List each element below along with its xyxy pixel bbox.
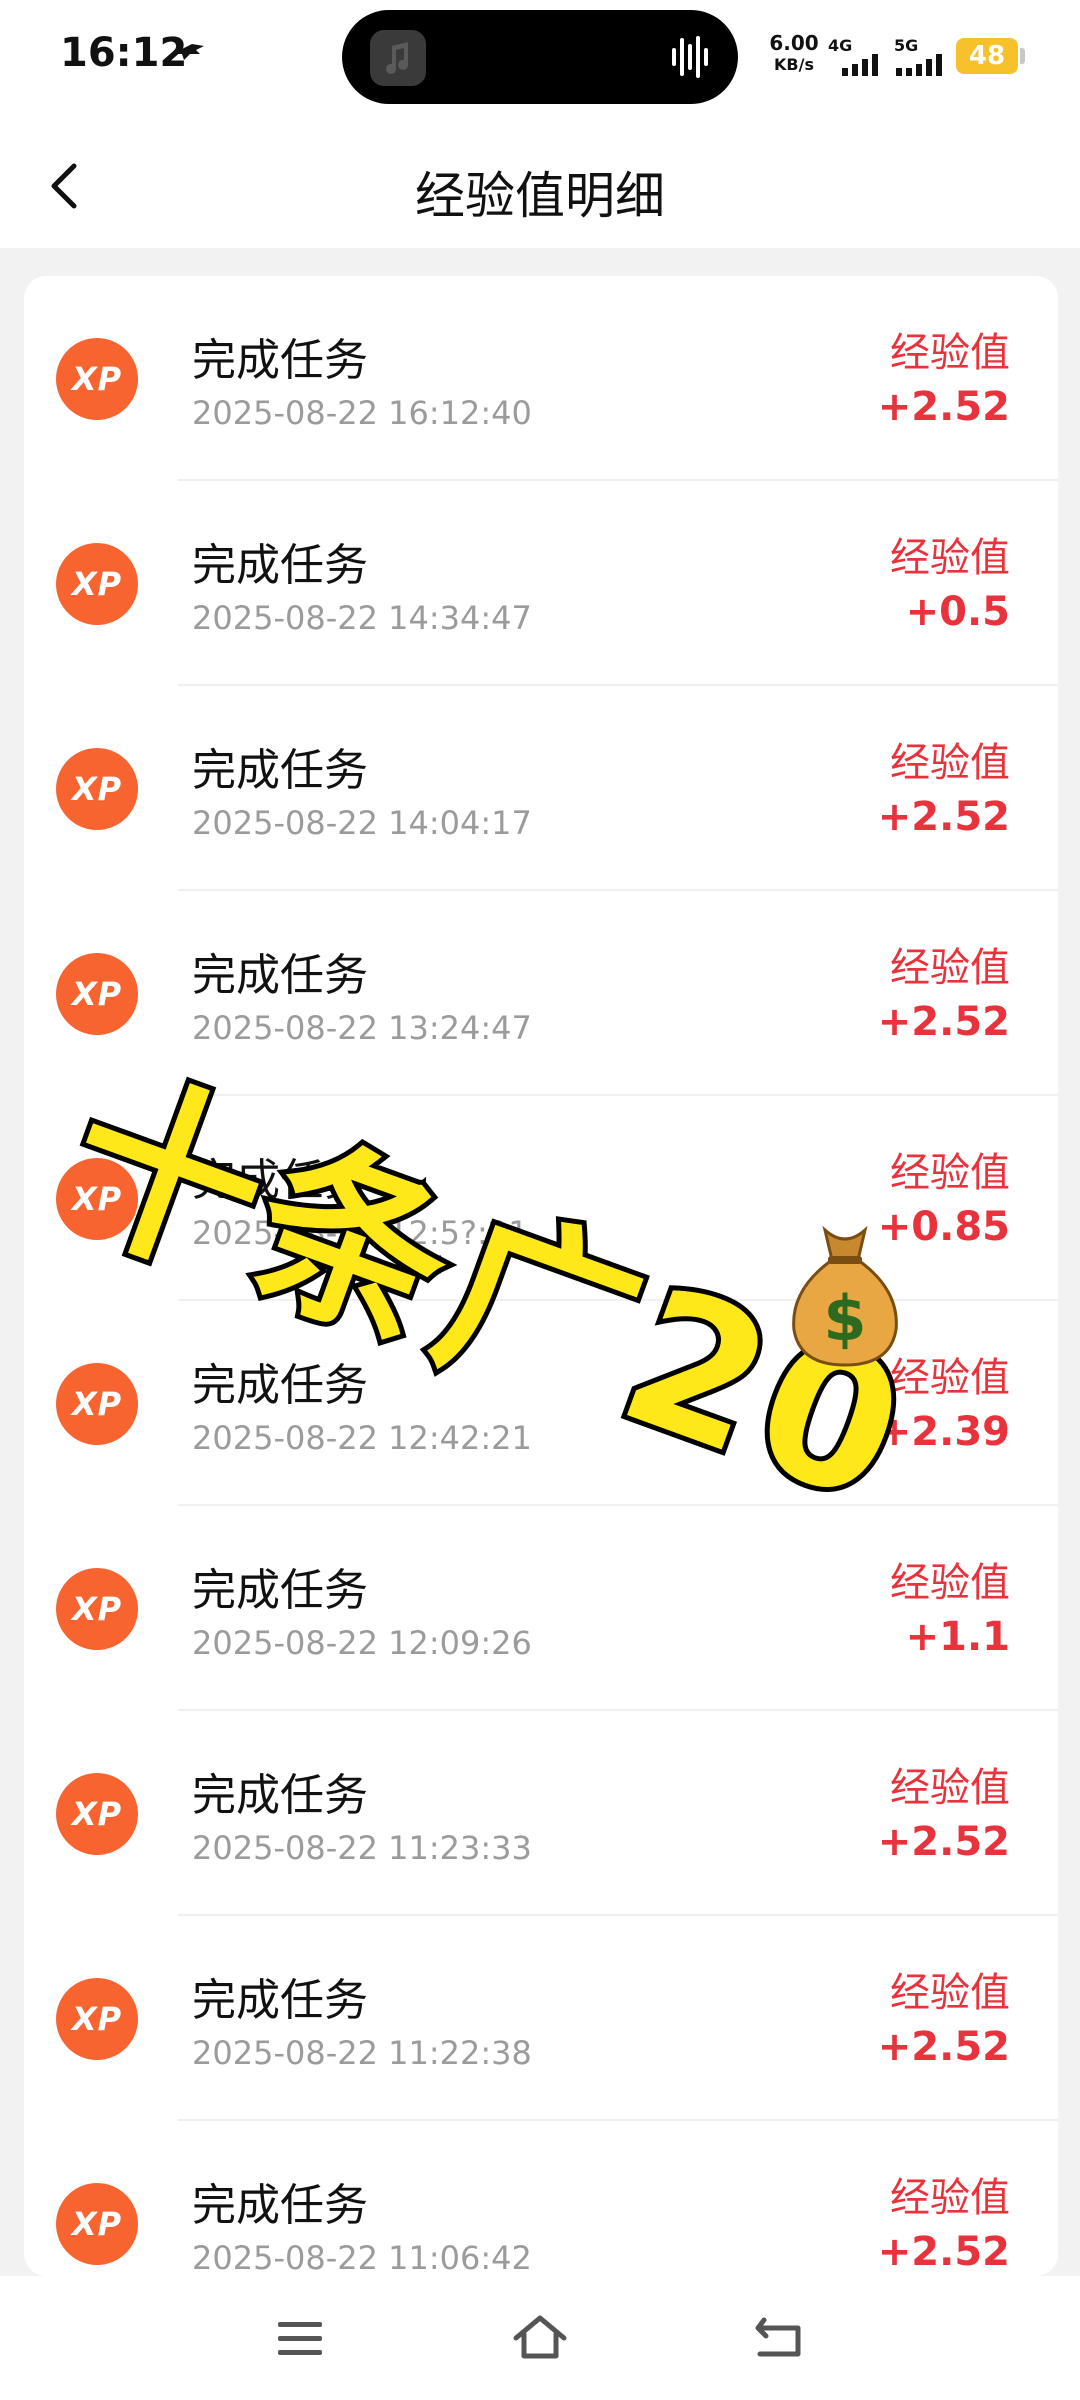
record-value: +2.52 — [877, 794, 1010, 840]
signal-5g-label: 5G — [894, 36, 919, 55]
record-title: 完成任务 — [192, 2180, 368, 2231]
record-label: 经验值 — [890, 1765, 1010, 1811]
record-title: 完成任务 — [192, 1565, 368, 1616]
record-value: +2.52 — [877, 384, 1010, 430]
record-time: 2025-08-22 11:23:33 — [192, 1829, 532, 1867]
menu-icon — [278, 2322, 322, 2355]
back-icon — [755, 2317, 801, 2357]
record-title: 完成任务 — [192, 1770, 368, 1821]
signal-bars-5g-icon — [896, 54, 942, 76]
record-label: 经验值 — [890, 1560, 1010, 1606]
record-label: 经验值 — [890, 330, 1010, 376]
battery-tip — [1020, 48, 1025, 64]
record-value: +0.5 — [905, 589, 1010, 635]
xp-badge-icon: XP — [56, 338, 138, 420]
record-label: 经验值 — [890, 945, 1010, 991]
status-bar: 16:12 6.00 KB/s 4G 5G 48 — [0, 0, 1080, 120]
record-title: 完成任务 — [192, 1975, 368, 2026]
back-nav-button[interactable] — [750, 2308, 810, 2368]
menu-button[interactable] — [270, 2308, 330, 2368]
record-value: +2.52 — [877, 2229, 1010, 2275]
record-row[interactable]: XP 完成任务 2025-08-22 11:23:33 经验值 +2.52 — [24, 1711, 1058, 1916]
record-time: 2025-08-22 12:42:21 — [192, 1419, 532, 1457]
record-row[interactable]: XP 完成任务 2025-08-22 16:12:40 经验值 +2.52 — [24, 276, 1058, 481]
record-title: 完成任务 — [192, 335, 368, 386]
money-bag-icon: $ — [792, 1225, 898, 1367]
page-header: 经验值明细 — [0, 120, 1080, 248]
page-title: 经验值明细 — [415, 167, 665, 225]
xp-badge-icon: XP — [56, 1978, 138, 2060]
network-speed-value: 6.00 — [769, 31, 819, 55]
xp-badge-icon: XP — [56, 1568, 138, 1650]
music-app-icon — [370, 30, 426, 86]
record-row[interactable]: XP 完成任务 2025-08-22 11:22:38 经验值 +2.52 — [24, 1916, 1058, 2121]
record-row[interactable]: XP 完成任务 2025-08-22 14:04:17 经验值 +2.52 — [24, 686, 1058, 891]
record-label: 经验值 — [890, 2175, 1010, 2221]
record-row[interactable]: XP 完成任务 2025-08-22 12:09:26 经验值 +1.1 — [24, 1506, 1058, 1711]
record-time: 2025-08-22 14:04:17 — [192, 804, 532, 842]
record-label: 经验值 — [890, 1970, 1010, 2016]
record-title: 完成任务 — [192, 745, 368, 796]
record-time: 2025-08-22 14:34:47 — [192, 599, 532, 637]
record-value: +2.52 — [877, 1819, 1010, 1865]
home-button[interactable] — [510, 2308, 570, 2368]
home-icon — [513, 2315, 567, 2359]
record-time: 2025-08-22 11:06:42 — [192, 2239, 532, 2276]
record-row[interactable]: XP 完成任务 2025-08-22 11:06:42 经验值 +2.52 — [24, 2121, 1058, 2276]
signal-4g-label: 4G — [828, 36, 853, 55]
audio-wave-icon — [672, 36, 708, 78]
bird-icon — [172, 44, 204, 60]
svg-text:$: $ — [823, 1282, 866, 1355]
system-nav-bar — [0, 2276, 1080, 2400]
record-row[interactable]: XP 完成任务 2025-08-22 14:34:47 经验值 +0.5 — [24, 481, 1058, 686]
record-value: +2.52 — [877, 999, 1010, 1045]
network-speed-unit: KB/s — [774, 55, 814, 74]
record-label: 经验值 — [890, 535, 1010, 581]
xp-badge-icon: XP — [56, 1773, 138, 1855]
xp-badge-icon: XP — [56, 2183, 138, 2265]
xp-badge-icon: XP — [56, 1363, 138, 1445]
signal-bars-icon — [842, 54, 878, 76]
record-label: 经验值 — [890, 1150, 1010, 1196]
record-time: 2025-08-22 16:12:40 — [192, 394, 532, 432]
record-time: 2025-08-22 11:22:38 — [192, 2034, 532, 2072]
status-time: 16:12 — [60, 30, 188, 76]
record-label: 经验值 — [890, 740, 1010, 786]
network-speed: 6.00 KB/s — [764, 32, 824, 76]
xp-badge-icon: XP — [56, 748, 138, 830]
record-value: +1.1 — [905, 1614, 1010, 1660]
xp-badge-icon: XP — [56, 543, 138, 625]
record-title: 完成任务 — [192, 950, 368, 1001]
record-time: 2025-08-22 12:09:26 — [192, 1624, 532, 1662]
record-title: 完成任务 — [192, 540, 368, 591]
dynamic-island[interactable] — [342, 10, 738, 104]
record-value: +2.52 — [877, 2024, 1010, 2070]
battery-indicator: 48 — [956, 38, 1018, 74]
